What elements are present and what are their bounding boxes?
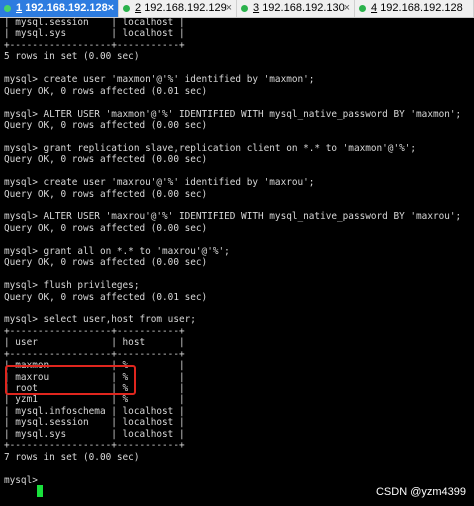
terminal-line: | mysql.session | localhost | xyxy=(4,17,185,28)
terminal-line: +------------------+-----------+ xyxy=(4,348,185,360)
terminal-line: | user | host | xyxy=(4,337,185,349)
terminal-line: mysql> ALTER USER 'maxrou'@'%' IDENTIFIE… xyxy=(4,211,462,223)
terminal-line: mysql> grant all on *.* to 'maxrou'@'%'; xyxy=(4,245,230,257)
terminal-line: mysql> select user,host from user; xyxy=(4,314,196,326)
terminal-line: Query OK, 0 rows affected (0.00 sec) xyxy=(4,154,208,166)
terminal-line: 7 rows in set (0.00 sec) xyxy=(4,451,140,463)
close-icon[interactable]: × xyxy=(108,0,114,17)
tab-number: 1 xyxy=(16,2,23,14)
terminal-line: mysql> xyxy=(4,474,44,486)
terminal-line: | yzm1 | % | xyxy=(4,394,185,406)
tab-label: 192.168.192.128 xyxy=(380,2,463,14)
terminal-line: Query OK, 0 rows affected (0.00 sec) xyxy=(4,257,208,269)
tab-session-2[interactable]: 2 192.168.192.129 × xyxy=(119,0,237,17)
tab-label: 192.168.192.129 xyxy=(144,2,227,14)
terminal-output[interactable]: | mysql.session | localhost | | mysql.sys… xyxy=(4,17,470,506)
highlight-box xyxy=(5,365,136,395)
terminal-line: mysql> flush privileges; xyxy=(4,280,140,292)
terminal-line: 5 rows in set (0.00 sec) xyxy=(4,51,140,63)
connected-icon xyxy=(123,5,130,12)
terminal-line: +------------------+-----------+ xyxy=(4,39,185,51)
close-icon[interactable]: × xyxy=(344,0,350,17)
terminal-line: Query OK, 0 rows affected (0.01 sec) xyxy=(4,85,208,97)
terminal-line: Query OK, 0 rows affected (0.00 sec) xyxy=(4,119,208,131)
tab-number: 2 xyxy=(135,2,142,14)
terminal-line: Query OK, 0 rows affected (0.00 sec) xyxy=(4,222,208,234)
tab-label: 192.168.192.130 xyxy=(262,2,345,14)
terminal-line: +------------------+-----------+ xyxy=(4,325,185,337)
terminal-line: mysql> create user 'maxmon'@'%' identifi… xyxy=(4,74,315,86)
terminal-line: | mysql.sys | localhost | xyxy=(4,28,185,40)
connected-icon xyxy=(359,5,366,12)
tab-session-1[interactable]: 1 192.168.192.128 × xyxy=(0,0,119,17)
terminal-line: | mysql.sys | localhost | xyxy=(4,428,185,440)
tab-number: 4 xyxy=(371,2,378,14)
terminal-line: mysql> ALTER USER 'maxmon'@'%' IDENTIFIE… xyxy=(4,108,462,120)
connected-icon xyxy=(4,5,11,12)
tab-number: 3 xyxy=(253,2,260,14)
connected-icon xyxy=(241,5,248,12)
terminal-line: mysql> create user 'maxrou'@'%' identifi… xyxy=(4,177,315,189)
terminal-line: +------------------+-----------+ xyxy=(4,440,185,452)
tab-session-3[interactable]: 3 192.168.192.130 × xyxy=(237,0,355,17)
terminal-line: mysql> grant replication slave,replicati… xyxy=(4,142,417,154)
terminal-line: | mysql.session | localhost | xyxy=(4,417,185,429)
watermark: CSDN @yzm4399 xyxy=(375,486,466,498)
text-cursor xyxy=(37,485,43,497)
terminal-line: Query OK, 0 rows affected (0.00 sec) xyxy=(4,188,208,200)
tab-label: 192.168.192.128 xyxy=(25,2,108,14)
close-icon[interactable]: × xyxy=(226,0,232,17)
terminal-line: Query OK, 0 rows affected (0.01 sec) xyxy=(4,291,208,303)
tab-session-4[interactable]: 4 192.168.192.128 xyxy=(355,0,474,17)
terminal-line: | mysql.infoschema | localhost | xyxy=(4,405,185,417)
tab-bar: 1 192.168.192.128 × 2 192.168.192.129 × … xyxy=(0,0,474,18)
